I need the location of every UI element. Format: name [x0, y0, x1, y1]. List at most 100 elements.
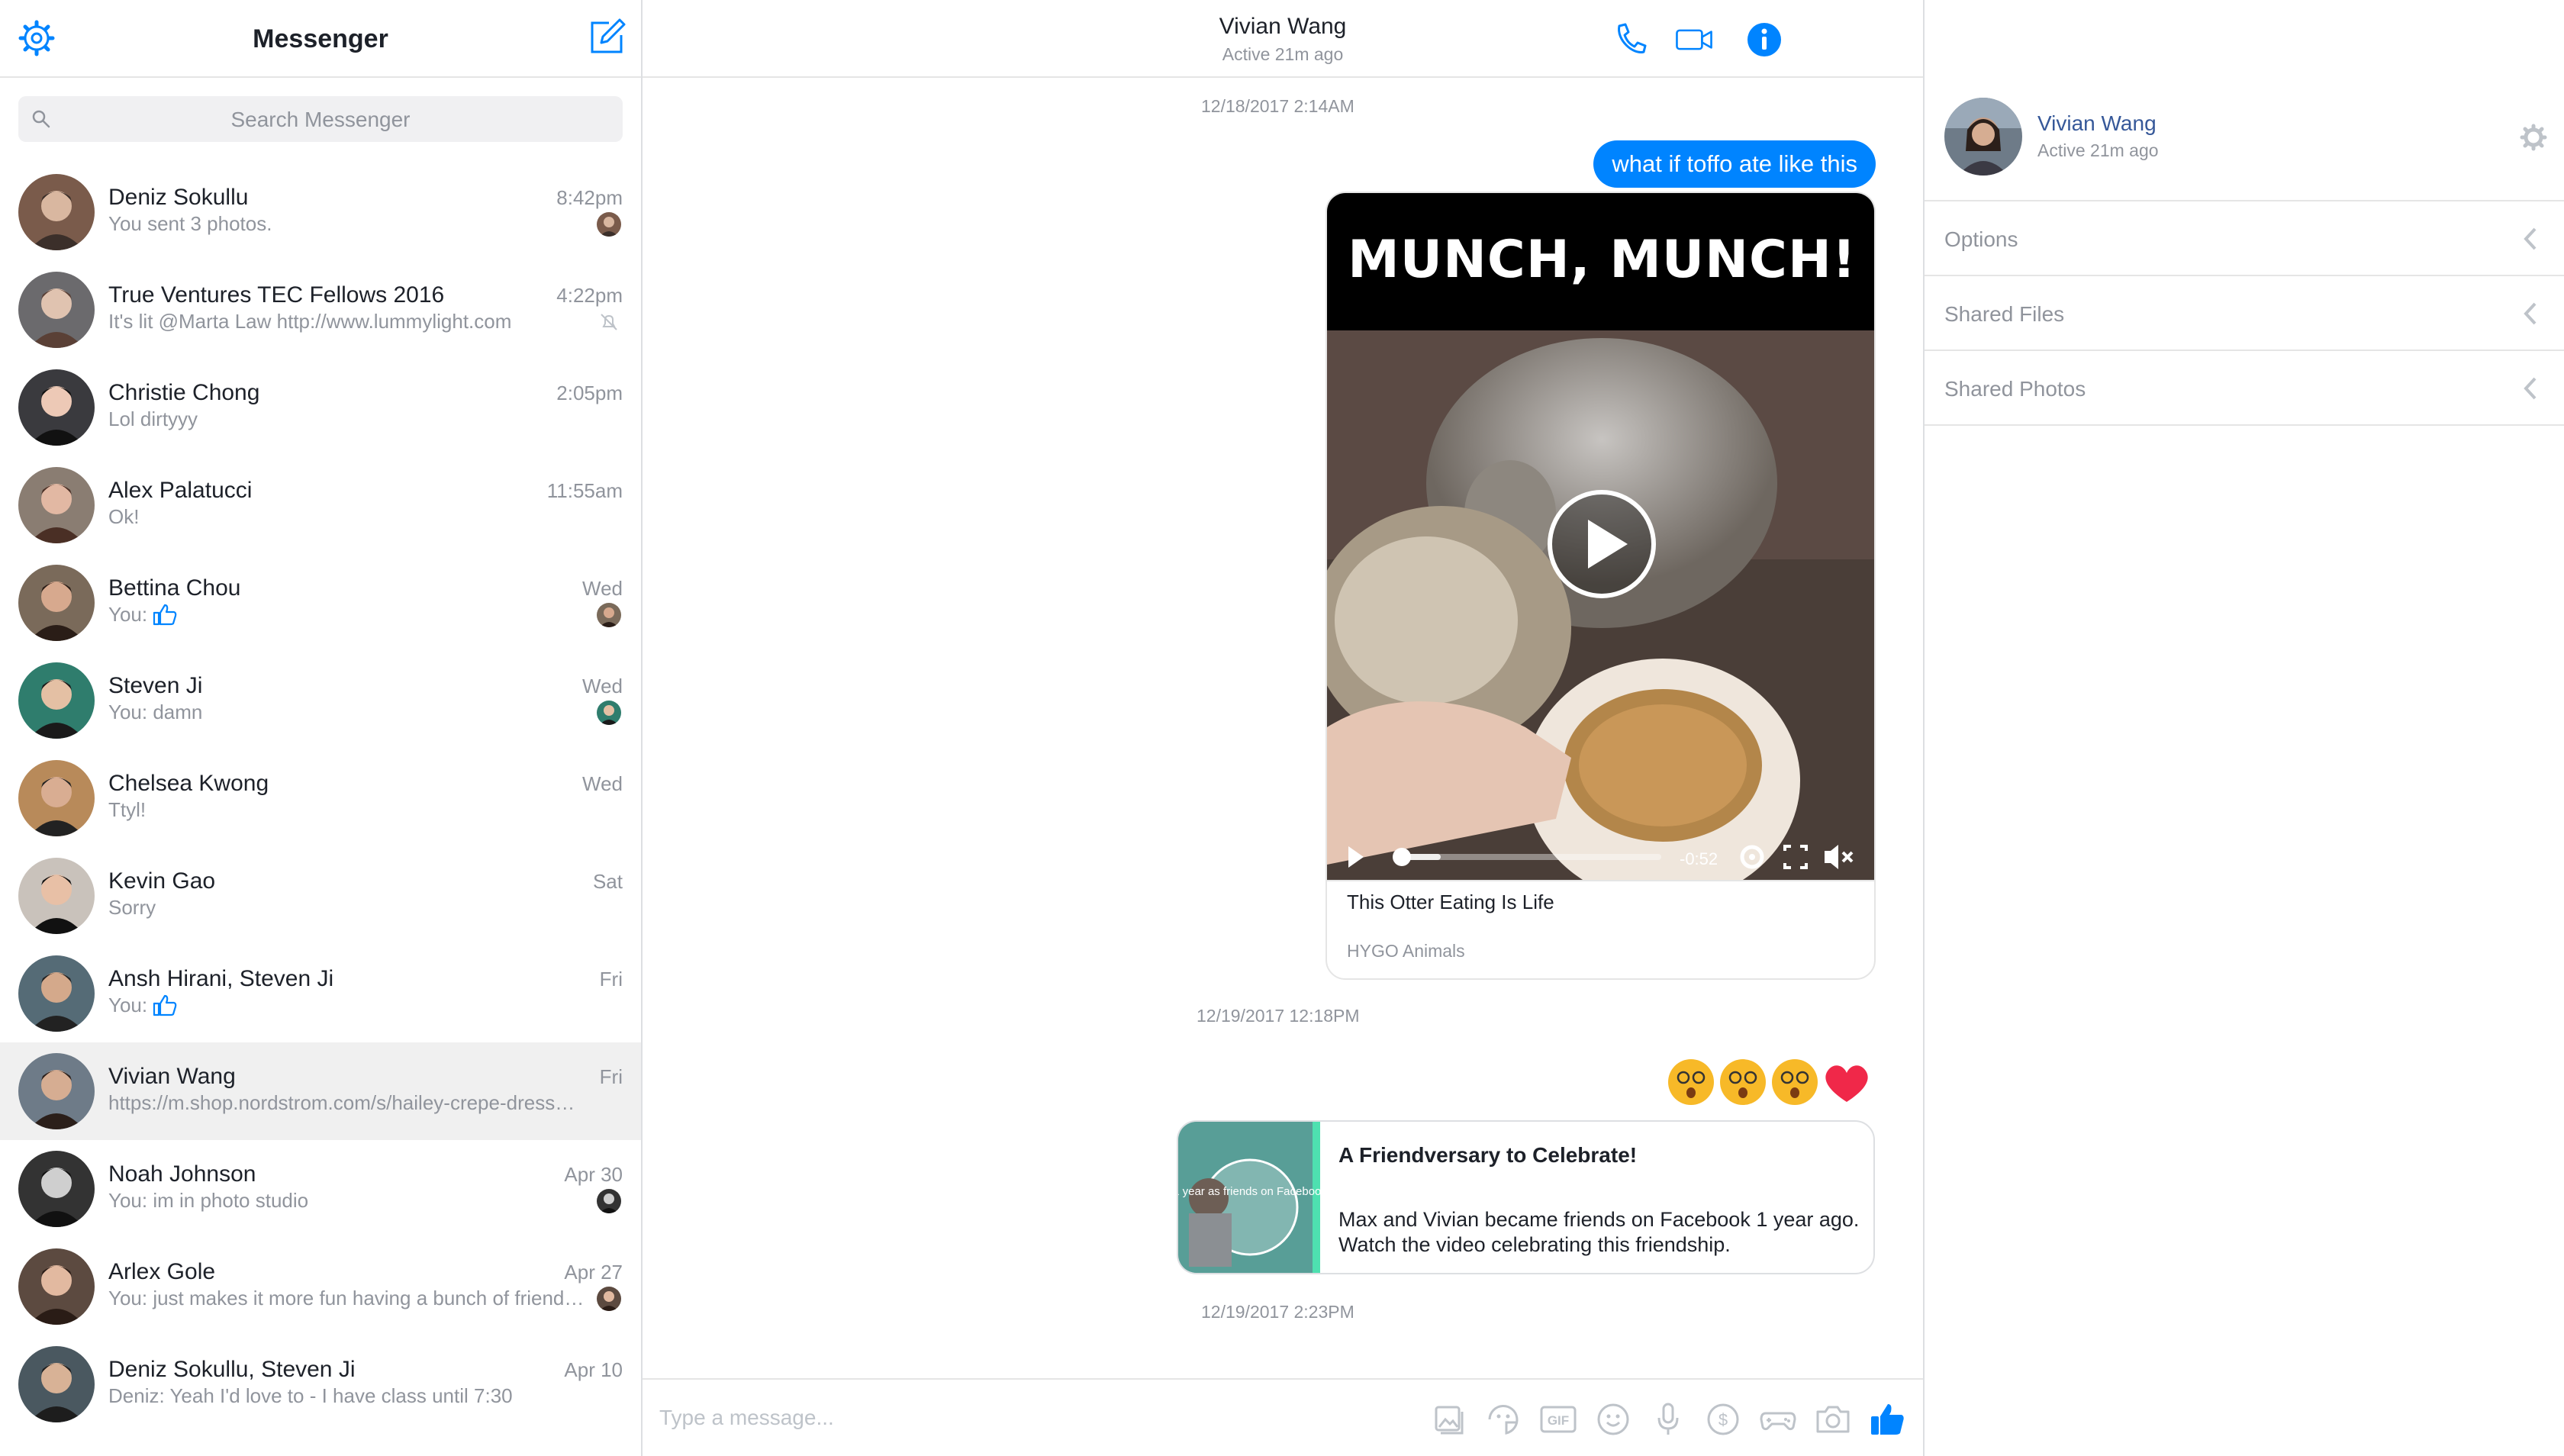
compose-icon[interactable]	[586, 17, 627, 58]
conversation-item[interactable]: Deniz Sokullu, Steven Ji Deniz: Yeah I'd …	[0, 1335, 641, 1433]
conversation-name: Alex Palatucci	[108, 478, 253, 503]
emoji-icon[interactable]	[1593, 1400, 1633, 1439]
video-progress-knob[interactable]	[1393, 848, 1411, 866]
avatar[interactable]	[1944, 98, 2022, 176]
conversation-snippet-text: You:	[108, 994, 148, 1016]
seen-avatar-icon	[597, 212, 621, 237]
conversation-item[interactable]: Steven Ji You: damn Wed	[0, 652, 641, 749]
conversation-item[interactable]: Christie Chong Lol dirtyyy 2:05pm	[0, 359, 641, 456]
conversation-item[interactable]: Noah Johnson You: im in photo studio Apr 3…	[0, 1140, 641, 1238]
sent-message-bubble[interactable]: what if toffo ate like this	[1593, 140, 1876, 188]
conversation-name: Ansh Hirani, Steven Ji	[108, 966, 334, 991]
composer-actions: GIF $	[1429, 1400, 1908, 1439]
conversation-item[interactable]: Ansh Hirani, Steven Ji You: Fri	[0, 945, 641, 1042]
conversation-snippet-text: Ok!	[108, 505, 140, 528]
conversation-snippet-text: Lol dirtyyy	[108, 407, 198, 430]
gif-icon[interactable]: GIF	[1538, 1400, 1578, 1439]
conversation-snippet-text: You: damn	[108, 701, 203, 723]
thumbs-up-icon	[153, 994, 177, 1016]
fullscreen-icon[interactable]	[1783, 845, 1808, 869]
video-settings-icon[interactable]	[1740, 845, 1764, 869]
conversation-name: Chelsea Kwong	[108, 771, 269, 796]
mute-icon[interactable]	[1825, 845, 1854, 869]
card-title: A Friendversary to Celebrate!	[1338, 1143, 1638, 1167]
conversation-item[interactable]: Bettina Chou You: Wed	[0, 554, 641, 652]
friendversary-card[interactable]: 1 year as friends on Facebook A Friendve…	[1177, 1120, 1875, 1274]
conversation-item[interactable]: True Ventures TEC Fellows 2016 It's lit @…	[0, 261, 641, 359]
chat-header: Vivian Wang Active 21m ago	[643, 0, 1923, 78]
card-description: Max and Vivian became friends on Faceboo…	[1338, 1208, 1860, 1256]
conversation-snippet-text: Sorry	[108, 896, 156, 919]
chevron-left-icon	[2524, 227, 2537, 250]
camera-icon[interactable]	[1813, 1400, 1853, 1439]
message-input[interactable]: Type a message...	[659, 1406, 834, 1430]
details-panel: Vivian Wang Active 21m ago Options Share…	[1923, 0, 2564, 1456]
search-input[interactable]: Search Messenger	[18, 96, 623, 142]
phone-call-icon[interactable]	[1610, 20, 1650, 60]
video-controls[interactable]: -0:52	[1327, 834, 1876, 880]
conversation-snippet: Deniz: Yeah I'd love to - I have class u…	[108, 1384, 513, 1408]
game-controller-icon[interactable]	[1758, 1400, 1798, 1439]
panel-row-shared-files[interactable]: Shared Files	[1925, 276, 2564, 351]
conversation-name: Arlex Gole	[108, 1259, 216, 1284]
conversation-name: Deniz Sokullu	[108, 185, 249, 210]
conversation-item[interactable]: Kevin Gao Sorry Sat	[0, 847, 641, 945]
microphone-icon[interactable]	[1648, 1400, 1688, 1439]
video-source: HYGO Animals	[1347, 941, 1465, 961]
conversation-name: Noah Johnson	[108, 1161, 256, 1187]
dizzy-face-emoji-icon	[1772, 1059, 1818, 1105]
conversation-time: Apr 10	[564, 1358, 623, 1381]
video-play-small-icon[interactable]	[1348, 846, 1364, 868]
panel-row-label: Shared Files	[1944, 302, 2065, 326]
video-time: -0:52	[1680, 849, 1718, 868]
video-frame[interactable]	[1327, 330, 1876, 880]
avatar	[18, 1151, 95, 1227]
conversation-time: Fri	[599, 1065, 623, 1088]
avatar	[18, 760, 95, 836]
avatar	[18, 369, 95, 446]
avatar	[18, 565, 95, 641]
chat-pane: Vivian Wang Active 21m ago 12/18/2017 2:…	[643, 0, 1923, 1456]
chat-contact-name: Vivian Wang	[1219, 14, 1347, 39]
conversation-item[interactable]: Vivian Wang https://m.shop.nordstrom.com/…	[0, 1042, 641, 1140]
conversation-snippet-text: You: im in photo studio	[108, 1189, 309, 1212]
payment-icon[interactable]: $	[1703, 1400, 1743, 1439]
avatar	[18, 272, 95, 348]
conversation-item[interactable]: Deniz Sokullu You sent 3 photos. 8:42pm	[0, 163, 641, 261]
panel-row-shared-photos[interactable]: Shared Photos	[1925, 351, 2564, 426]
panel-row-options[interactable]: Options	[1925, 201, 2564, 276]
conversation-snippet: You:	[108, 603, 178, 627]
conversation-time: 4:22pm	[556, 284, 623, 307]
chat-contact-status: Active 21m ago	[1222, 44, 1344, 64]
conversation-time: Wed	[582, 675, 623, 697]
video-attachment[interactable]: MUNCH, MUNCH! -0:52 This Otter Eating Is…	[1325, 192, 1876, 980]
conversation-snippet-text: You: just makes it more fun having a bun…	[108, 1287, 585, 1309]
photo-icon[interactable]	[1429, 1400, 1468, 1439]
conversation-time: 8:42pm	[556, 186, 623, 209]
conversation-item[interactable]: Chelsea Kwong Ttyl! Wed	[0, 749, 641, 847]
conversation-name: Christie Chong	[108, 380, 260, 405]
timestamp-3: 12/19/2017 2:23PM	[1201, 1302, 1354, 1322]
conversation-name: Vivian Wang	[108, 1064, 236, 1089]
avatar	[18, 955, 95, 1032]
thumbs-up-icon	[153, 604, 177, 626]
conversation-item[interactable]: Alex Palatucci Ok! 11:55am	[0, 456, 641, 554]
avatar	[18, 1053, 95, 1129]
conversation-snippet-text: You sent 3 photos.	[108, 212, 272, 235]
profile-name-link[interactable]: Vivian Wang	[2037, 111, 2157, 136]
info-icon[interactable]	[1744, 20, 1784, 60]
video-call-icon[interactable]	[1674, 20, 1714, 60]
thumbs-up-icon[interactable]	[1868, 1400, 1908, 1439]
video-title[interactable]: This Otter Eating Is Life	[1347, 891, 1554, 914]
profile-settings-icon[interactable]	[2520, 124, 2547, 151]
friendversary-image[interactable]: 1 year as friends on Facebook	[1178, 1122, 1320, 1274]
panel-row-label: Options	[1944, 227, 2018, 251]
conversation-name: Deniz Sokullu, Steven Ji	[108, 1357, 356, 1382]
sticker-icon[interactable]	[1483, 1400, 1523, 1439]
app-title: Messenger	[253, 24, 388, 53]
conversation-item[interactable]: Arlex Gole You: just makes it more fun ha…	[0, 1238, 641, 1335]
avatar	[18, 467, 95, 543]
conversation-snippet: Ok!	[108, 505, 139, 529]
conversation-time: 2:05pm	[556, 382, 623, 404]
conversation-time: Apr 27	[564, 1261, 623, 1284]
